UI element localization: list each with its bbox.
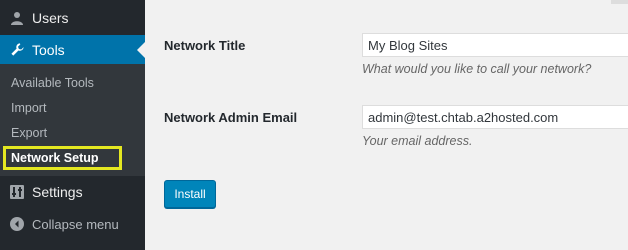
user-icon (9, 10, 25, 26)
menu-item-tools[interactable]: Tools (0, 35, 145, 64)
menu-item-settings[interactable]: Settings (0, 178, 145, 206)
menu-item-users[interactable]: Users (0, 4, 145, 32)
wrench-icon (9, 42, 25, 58)
main-content: Network Title What would you like to cal… (145, 0, 628, 250)
settings-sliders-icon (9, 184, 25, 200)
admin-sidebar: Users Tools Available Tools Import Expor… (0, 0, 145, 250)
collapse-menu-label: Collapse menu (32, 216, 119, 232)
submenu-item-import[interactable]: Import (11, 101, 46, 115)
install-button[interactable]: Install (164, 180, 216, 208)
admin-email-label: Network Admin Email (164, 110, 298, 125)
divider (611, 0, 628, 4)
admin-email-input[interactable] (362, 105, 628, 129)
network-title-description: What would you like to call your network… (362, 62, 592, 76)
menu-label-users: Users (32, 10, 69, 26)
menu-label-settings: Settings (32, 184, 83, 200)
submenu-item-available-tools[interactable]: Available Tools (11, 76, 94, 90)
menu-label-tools: Tools (32, 41, 65, 58)
submenu-item-network-setup[interactable]: Network Setup (3, 146, 122, 170)
network-title-label: Network Title (164, 38, 246, 53)
collapse-menu-button[interactable]: Collapse menu (0, 210, 145, 238)
submenu-item-export[interactable]: Export (11, 126, 47, 140)
admin-email-description: Your email address. (362, 134, 473, 148)
collapse-arrow-icon (9, 216, 25, 232)
tools-submenu: Available Tools Import Export Network Se… (0, 64, 145, 176)
network-title-input[interactable] (362, 33, 628, 57)
